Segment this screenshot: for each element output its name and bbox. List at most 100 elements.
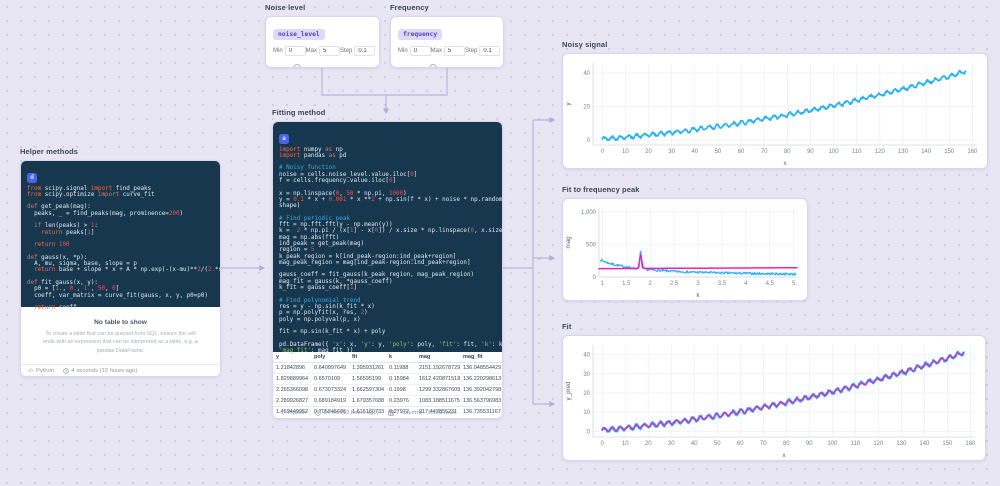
table-cell: 0.11988: [386, 362, 416, 374]
table-cell: 1083.188511675: [416, 395, 460, 407]
svg-text:10: 10: [622, 149, 629, 155]
svg-text:0: 0: [587, 429, 591, 435]
slider-track[interactable]: [273, 67, 372, 68]
clock-icon: [315, 409, 321, 416]
table-cell: 1.395931261: [349, 362, 386, 374]
cell-footer: ‹/› Python 4 seconds (12 hours ago): [21, 364, 220, 376]
table-cell: 1299.332867609: [416, 384, 460, 396]
cell-title: Fitting method: [272, 108, 326, 117]
svg-text:130: 130: [896, 441, 907, 447]
svg-text:2: 2: [649, 281, 653, 287]
frequency-card: frequency Min Max Step 0 1.8 5: [390, 16, 504, 68]
noisy-signal-chart[interactable]: 0 10 20 30 40 50 60 70 80 90 100 110 120 130 140 150 160…: [562, 53, 988, 169]
svg-text:140: 140: [919, 441, 930, 447]
svg-text:2.5: 2.5: [670, 281, 679, 287]
table-cell: 0.15984: [386, 373, 416, 385]
table-cell: 136.392042798: [460, 384, 502, 396]
arrow-noise-to-fitting: [321, 65, 448, 96]
frequency-cell: Frequency frequency Min Max Step 0 1.8 5: [390, 3, 504, 68]
table-row: 2.289926827 0.689184919 1.679357688 0.23976…: [273, 395, 502, 407]
svg-text:500: 500: [586, 242, 597, 248]
cell-badge: d: [27, 172, 37, 183]
svg-text:x: x: [783, 160, 787, 167]
cell-title: Frequency: [390, 3, 429, 12]
result-table[interactable]: y poly fit k mag mag_fit 1.21842896 0.64099764…: [273, 352, 502, 418]
fitting-method-cell: Fitting method a import numpy as np impor…: [272, 108, 503, 419]
run-time-label: 4 seconds (12 hours ago): [71, 367, 138, 374]
run-time-label: 24 ms (12 hours ago): [323, 409, 379, 416]
frequency-slider[interactable]: [398, 64, 496, 68]
min-input[interactable]: [409, 46, 431, 56]
code-language-icon: ‹/›: [28, 367, 34, 374]
fit-chart[interactable]: 0 10 20 30 40 50 60 70 80 90 100 110 120 130 140 150 160…: [562, 335, 986, 461]
max-input[interactable]: [444, 46, 466, 56]
slider-fill: [273, 67, 297, 68]
language-label: Python: [287, 409, 307, 416]
clock-icon: [63, 367, 69, 374]
svg-text:40: 40: [691, 149, 698, 155]
table-cell: 136.563796983: [460, 395, 502, 407]
svg-text:90: 90: [806, 441, 813, 447]
cell-title: Helper methods: [20, 147, 79, 156]
max-label: Max: [430, 48, 443, 54]
svg-text:k: k: [696, 292, 700, 299]
slider-handle[interactable]: [293, 64, 301, 67]
svg-text:40: 40: [691, 441, 698, 447]
svg-text:y_pred: y_pred: [565, 381, 572, 400]
noise-level-cell: Noise level noise_level Min Max Step 0 1…: [265, 3, 380, 68]
step-label: Step: [465, 48, 478, 54]
step-input[interactable]: [354, 46, 376, 56]
frequency-peak-cell: Fit to frequency peak 1 1.5 2 2.5 3 3.5 4 4.5 5 0…: [562, 185, 808, 301]
code-language-icon: ‹/›: [280, 409, 286, 416]
code-editor[interactable]: a import numpy as np import pandas as pd …: [273, 122, 503, 355]
svg-text:120: 120: [875, 149, 886, 155]
python-code: import numpy as np import pandas as pd # …: [279, 146, 503, 355]
noise-slider[interactable]: [273, 64, 372, 68]
table-cell: 0.23976: [386, 395, 416, 407]
chart-title: Fit: [562, 322, 572, 331]
svg-text:80: 80: [783, 441, 790, 447]
min-input[interactable]: [284, 46, 306, 56]
svg-text:20: 20: [645, 441, 652, 447]
table-row: 2.265366098 0.673073324 1.662597304 0.1998 1…: [273, 384, 502, 396]
svg-text:1: 1: [601, 281, 605, 287]
variable-pill[interactable]: noise_level: [273, 29, 325, 40]
max-input[interactable]: [319, 46, 341, 56]
svg-text:160: 160: [967, 149, 978, 155]
table-cell: 2.289926827: [273, 395, 311, 407]
table-cell: 0.640997649: [311, 362, 349, 374]
svg-text:4.5: 4.5: [766, 281, 775, 287]
svg-text:20: 20: [583, 105, 590, 111]
min-max-step-row: Min Max Step: [398, 46, 501, 56]
chart-title: Noisy signal: [562, 40, 608, 49]
helper-methods-card: d from scipy.signal import find_peaks fro…: [20, 160, 221, 377]
language-label: Python: [35, 367, 55, 374]
svg-text:130: 130: [898, 149, 909, 155]
arrow-fitting-out: [503, 120, 534, 404]
slider-fill: [398, 67, 433, 68]
cell-title: Noise level: [265, 3, 306, 12]
frequency-peak-chart[interactable]: 1 1.5 2 2.5 3 3.5 4 4.5 5 0 500 1,000 k mag: [562, 198, 808, 301]
notebook-canvas: Noise level noise_level Min Max Step 0 1…: [0, 0, 1000, 486]
column-header: k: [386, 352, 416, 363]
slider-handle[interactable]: [429, 64, 437, 67]
svg-text:20: 20: [645, 149, 652, 155]
table-cell: 1.56595199: [349, 373, 386, 385]
step-input[interactable]: [479, 46, 501, 56]
code-editor[interactable]: d from scipy.signal import find_peaks fro…: [21, 161, 220, 311]
svg-text:100: 100: [829, 149, 840, 155]
min-label: Min: [398, 48, 408, 54]
variable-pill[interactable]: frequency: [398, 29, 443, 40]
svg-text:100: 100: [827, 441, 838, 447]
table-cell: 0.689184919: [311, 395, 349, 407]
table-row: 1.829889964 0.6570109 1.56595199 0.15984 161…: [273, 373, 502, 385]
no-table-body: To create a table that can be queried fr…: [43, 331, 198, 354]
svg-text:60: 60: [737, 441, 744, 447]
svg-text:0: 0: [593, 275, 597, 281]
svg-text:10: 10: [583, 410, 590, 416]
noise-level-card: noise_level Min Max Step 0 1.2 5: [265, 16, 380, 68]
svg-text:30: 30: [583, 372, 590, 378]
slider-track[interactable]: [398, 67, 496, 68]
chart-title: Fit to frequency peak: [562, 185, 640, 194]
svg-text:20: 20: [583, 391, 590, 397]
